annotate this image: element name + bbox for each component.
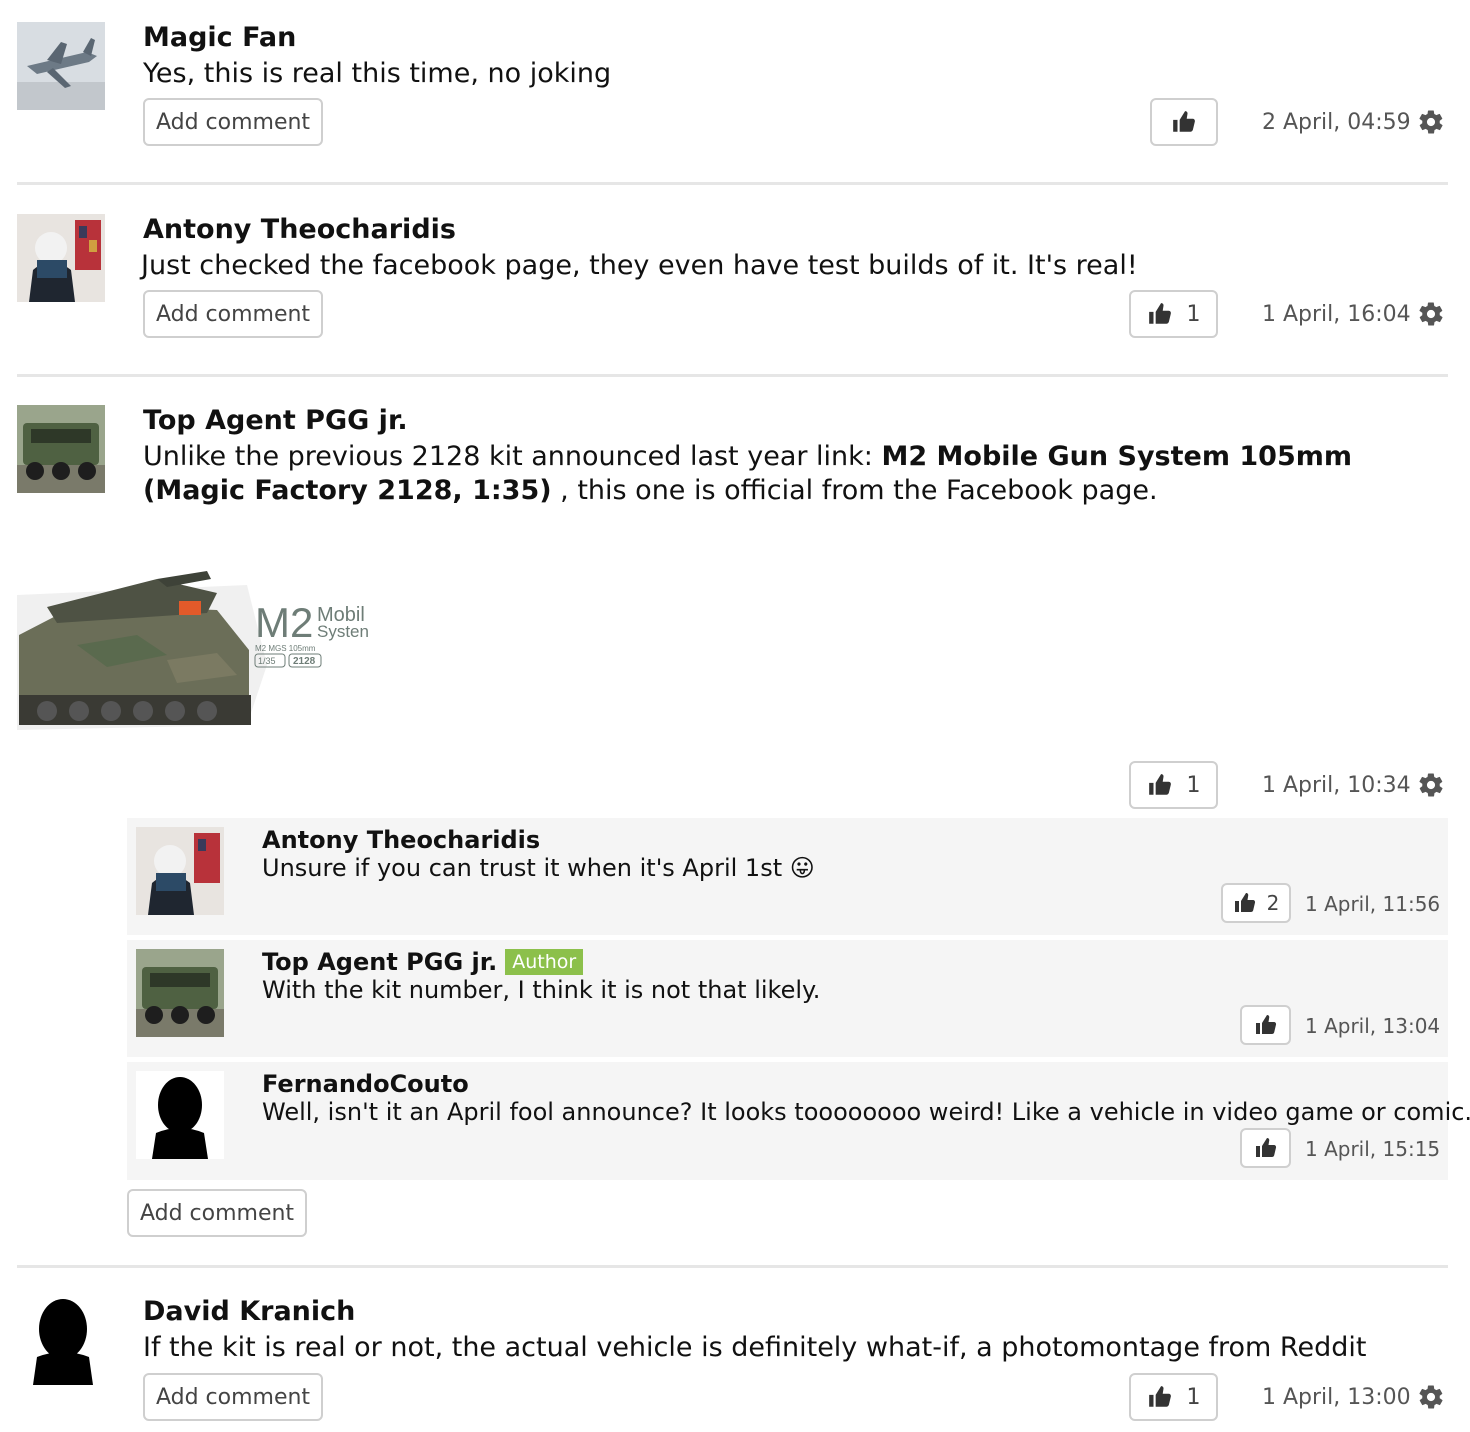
text-after-link: , this one is official from the Facebook… — [551, 475, 1158, 506]
comment-timestamp: 1 April, 10:34 — [1262, 771, 1445, 799]
tongue-emoji-icon: 😛 — [789, 854, 815, 882]
box-kit-number: 2128 — [293, 656, 316, 667]
reply-author[interactable]: FernandoCouto — [262, 1070, 469, 1098]
reply-text: With the kit number, I think it is not t… — [262, 976, 821, 1004]
reply-text: Unsure if you can trust it when it's Apr… — [262, 854, 815, 882]
comment-author[interactable]: David Kranich — [143, 1296, 355, 1327]
timestamp-text: 1 April, 16:04 — [1262, 301, 1411, 327]
reply-timestamp: 1 April, 11:56 — [1305, 892, 1441, 916]
gear-icon[interactable] — [1417, 1383, 1445, 1411]
comment-text: If the kit is real or not, the actual ve… — [143, 1332, 1367, 1363]
comment-author[interactable]: Magic Fan — [143, 22, 296, 53]
reply-item: Antony Theocharidis Unsure if you can tr… — [127, 818, 1448, 935]
divider — [17, 182, 1448, 185]
comment-timestamp: 1 April, 16:04 — [1262, 300, 1445, 328]
reply-author[interactable]: Antony Theocharidis — [262, 826, 540, 854]
comment-text: Yes, this is real this time, no joking — [143, 58, 612, 89]
reply-text-content: Unsure if you can trust it when it's Apr… — [262, 854, 783, 882]
thumbs-up-icon — [1233, 891, 1257, 915]
like-count: 1 — [1186, 301, 1201, 327]
box-title-system: Systen — [317, 622, 369, 641]
avatar-person-icon[interactable] — [17, 214, 105, 302]
box-scale: 1/35 — [258, 656, 276, 666]
avatar-person-icon[interactable] — [136, 827, 224, 915]
like-count: 1 — [1186, 772, 1201, 798]
comment-author[interactable]: Antony Theocharidis — [143, 214, 456, 245]
reply-timestamp: 1 April, 15:15 — [1305, 1137, 1441, 1161]
reply-text: Well, isn't it an April fool announce? I… — [262, 1098, 1470, 1126]
thumbs-up-icon — [1254, 1013, 1278, 1037]
reply-item: Top Agent PGG jr. Author With the kit num… — [127, 940, 1448, 1057]
text-before-link: Unlike the previous 2128 kit announced l… — [143, 441, 882, 472]
timestamp-text: 1 April, 10:34 — [1262, 772, 1411, 798]
like-button[interactable]: 1 — [1129, 290, 1218, 338]
attached-kit-image[interactable]: M2 Mobil Systen M2 MGS 105mm 1/35 2128 — [17, 565, 375, 753]
divider — [17, 374, 1448, 377]
box-subtitle: M2 MGS 105mm — [255, 644, 316, 653]
like-button[interactable]: 1 — [1129, 761, 1218, 809]
gear-icon[interactable] — [1417, 771, 1445, 799]
box-title-m2: M2 — [255, 599, 313, 646]
timestamp-text: 1 April, 13:00 — [1262, 1384, 1411, 1410]
like-button[interactable]: 2 — [1221, 883, 1291, 923]
divider — [17, 1265, 1448, 1268]
like-count: 1 — [1186, 1384, 1201, 1410]
comment-timestamp: 2 April, 04:59 — [1262, 108, 1445, 136]
comment-timestamp: 1 April, 13:00 — [1262, 1383, 1445, 1411]
comment-text: Unlike the previous 2128 kit announced l… — [143, 440, 1443, 508]
add-comment-button[interactable]: Add comment — [143, 1373, 323, 1421]
like-button[interactable] — [1240, 1005, 1291, 1045]
reply-timestamp: 1 April, 13:04 — [1305, 1014, 1441, 1038]
silhouette-avatar-icon[interactable] — [136, 1071, 224, 1159]
tank-kit-box-art-icon: M2 Mobil Systen M2 MGS 105mm 1/35 2128 — [17, 565, 375, 753]
like-count: 2 — [1266, 891, 1280, 915]
reply-author: Top Agent PGG jr. Author — [262, 948, 584, 976]
avatar-airplane-icon[interactable] — [17, 22, 105, 110]
avatar-truck-icon[interactable] — [17, 405, 105, 493]
thumbs-up-icon — [1147, 301, 1173, 327]
author-badge: Author — [505, 949, 584, 975]
comment-author[interactable]: Top Agent PGG jr. — [143, 405, 408, 436]
timestamp-text: 2 April, 04:59 — [1262, 109, 1411, 135]
thumbs-up-icon — [1171, 109, 1197, 135]
gear-icon[interactable] — [1417, 300, 1445, 328]
like-button[interactable] — [1240, 1128, 1291, 1168]
comment-text: Just checked the facebook page, they eve… — [141, 250, 1138, 281]
add-comment-button[interactable]: Add comment — [127, 1189, 307, 1237]
like-button[interactable]: 1 — [1129, 1373, 1218, 1421]
gear-icon[interactable] — [1417, 108, 1445, 136]
thumbs-up-icon — [1147, 1384, 1173, 1410]
add-comment-button[interactable]: Add comment — [143, 290, 323, 338]
silhouette-avatar-icon[interactable] — [17, 1297, 105, 1385]
reply-author-name[interactable]: Top Agent PGG jr. — [262, 948, 497, 976]
thumbs-up-icon — [1147, 772, 1173, 798]
add-comment-button[interactable]: Add comment — [143, 98, 323, 146]
like-button[interactable] — [1150, 98, 1218, 146]
reply-item: FernandoCouto Well, isn't it an April fo… — [127, 1062, 1470, 1180]
avatar-truck-icon[interactable] — [136, 949, 224, 1037]
thumbs-up-icon — [1254, 1136, 1278, 1160]
